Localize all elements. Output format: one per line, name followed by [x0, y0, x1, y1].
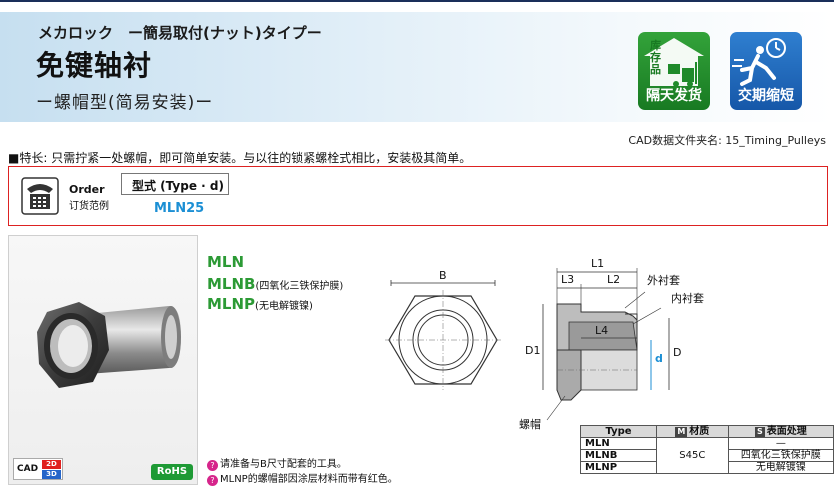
label-outer-sleeve: 外衬套 [647, 274, 680, 287]
order-label-zh: 订货范例 [69, 201, 109, 212]
note-text: MLNP的螺帽部因涂层材料而带有红色。 [220, 474, 398, 485]
cell-surface: 四氧化三铁保护膜 [727, 449, 834, 462]
cad-text: CAD [17, 464, 39, 474]
variant-mlnb: MLNB(四氧化三铁保护膜) [207, 274, 343, 293]
dim-l1: L1 [591, 257, 604, 270]
caution-icon: ? [207, 475, 218, 486]
cell-surface: — [727, 437, 834, 450]
note-coating: ? MLNP的螺帽部因涂层材料而带有红色。 [207, 470, 398, 486]
warehouse-forklift-icon [644, 38, 704, 87]
feature-text: ■特长: 只需拧紧一处螺帽，即可简单安装。与以往的锁紧螺栓式相比，安装极其简单。 [8, 151, 472, 165]
top-rule [0, 0, 834, 2]
rohs-badge: RoHS [151, 464, 193, 480]
variant-note: (无电解镀镍) [255, 301, 313, 312]
header-type: Type [580, 425, 657, 438]
dim-d1: D1 [525, 344, 540, 357]
order-label-en: Order [69, 183, 105, 196]
label-inner-sleeve: 内衬套 [671, 291, 704, 305]
product-type-title: ー螺帽型(简易安装)ー [36, 93, 214, 113]
section-view: L1 L3 L2 L4 D1 d D 外衬套 内衬套 螺帽 [519, 257, 704, 431]
cell-surface: 无电解镀镍 [727, 461, 834, 474]
cad-folder-name: CAD数据文件夹名: 15_Timing_Pulleys [628, 134, 826, 147]
model-code: MLN25 [154, 201, 205, 216]
technical-drawing: B L1 L3 L2 L4 D1 d D 外衬套 内衬套 螺帽 [385, 257, 704, 431]
cell-type: MLNB [580, 449, 657, 462]
stock-badge: 库存品 隔天发货 [638, 32, 710, 110]
variant-mlnp: MLNP(无电解镀镍) [207, 294, 313, 313]
spec-table: Type M 材质 S 表面处理 MLN S45C — MLNB 四氧化三铁保护膜 … [580, 425, 834, 474]
page-title: 免键轴衬 [36, 49, 153, 82]
product-subtitle: メカロック ー簡易取付(ナット)タイプー [38, 24, 322, 42]
locking-bushing-image [37, 302, 181, 388]
dim-b: B [439, 269, 447, 282]
note-tool: ? 请准备与B尺寸配套的工具。 [207, 455, 347, 471]
header-material: M 材质 [655, 425, 729, 438]
fast-delivery-label: 交期缩短 [738, 88, 794, 104]
dim-d-outer: D [673, 346, 681, 359]
table-header-row: Type M 材质 S 表面处理 [580, 425, 834, 438]
front-view: B [385, 269, 501, 390]
cell-type: MLNP [580, 461, 657, 474]
model-header-box: 型式 (Type · d) [121, 173, 229, 195]
cell-type: MLN [580, 437, 657, 450]
order-example-box: Order 订货范例 型式 (Type · d) MLN25 [8, 166, 828, 226]
cad-3d: 3D [42, 470, 61, 479]
variant-code: MLN [207, 253, 245, 271]
note-text: 请准备与B尺寸配套的工具。 [220, 459, 347, 470]
phone-fax-icon [21, 177, 59, 215]
variant-code: MLNB [207, 275, 256, 293]
model-label: 型式 (Type · d) [132, 179, 224, 193]
variant-mln: MLN [207, 252, 244, 271]
variant-code: MLNP [207, 295, 256, 313]
table-row: MLN S45C — [580, 437, 834, 474]
stock-text: 库存品 [650, 39, 661, 76]
dim-l2: L2 [607, 273, 620, 286]
label-nut: 螺帽 [519, 418, 541, 431]
header-surface: S 表面处理 [727, 425, 834, 438]
stock-label: 隔天发货 [646, 88, 702, 104]
fast-delivery-badge: 交期缩短 [730, 32, 802, 110]
dim-l4: L4 [595, 324, 608, 337]
product-photo: CAD 2D 3D RoHS [8, 235, 198, 485]
variant-note: (四氧化三铁保护膜) [255, 281, 344, 292]
cad-2d-3d-badge[interactable]: CAD 2D 3D [13, 458, 63, 480]
cell-material: S45C [655, 437, 729, 474]
running-clock-icon [732, 38, 786, 86]
dim-d: d [655, 352, 663, 365]
material-tag: M [675, 427, 688, 437]
dim-l3: L3 [561, 273, 574, 286]
cad-2d: 2D [42, 460, 61, 469]
surface-tag: S [754, 427, 765, 437]
